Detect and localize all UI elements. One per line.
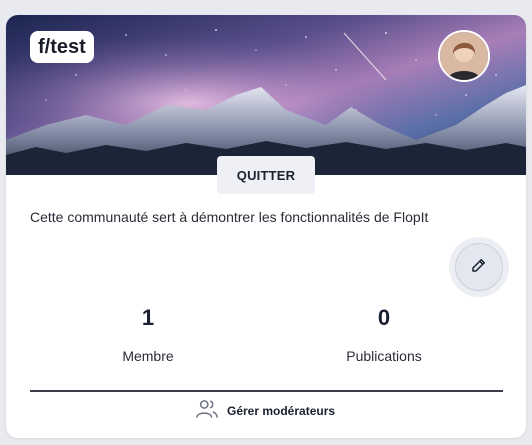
moderator-avatar[interactable] bbox=[438, 30, 490, 82]
member-label: Membre bbox=[122, 348, 174, 364]
divider bbox=[30, 390, 503, 392]
publication-count: 0 bbox=[377, 305, 391, 330]
member-count: 1 bbox=[141, 305, 155, 330]
edit-community-button[interactable] bbox=[455, 243, 503, 291]
leave-community-button[interactable]: QUITTER bbox=[217, 156, 315, 194]
community-description: Cette communauté sert à démontrer les fo… bbox=[30, 209, 429, 225]
community-card: f/test QUITTER Cette communauté sert à d… bbox=[6, 15, 526, 438]
pencil-icon bbox=[470, 256, 488, 279]
users-icon bbox=[196, 399, 218, 424]
publication-label: Publications bbox=[346, 348, 422, 364]
community-name: f/test bbox=[30, 31, 94, 63]
manage-moderators-button[interactable]: Gérer modérateurs bbox=[196, 399, 336, 424]
manage-moderators-label: Gérer modérateurs bbox=[227, 404, 336, 418]
community-banner: f/test bbox=[6, 15, 526, 175]
